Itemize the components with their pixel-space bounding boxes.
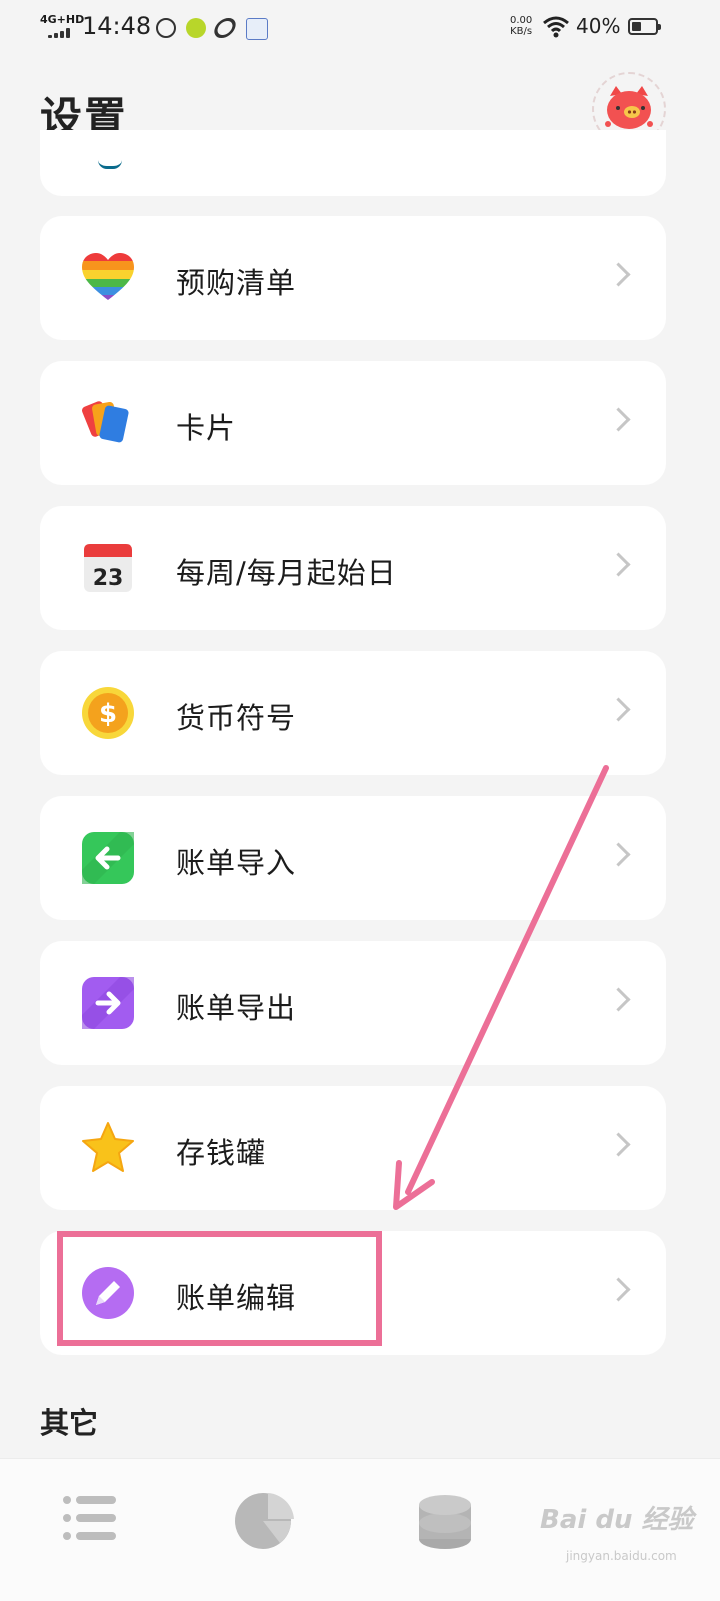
section-title-other: 其它 (40, 1406, 99, 1440)
settings-item-bill-import[interactable]: 账单导入 (40, 796, 666, 920)
chevron-right-icon (606, 1132, 631, 1157)
pie-chart-icon[interactable] (230, 1485, 300, 1555)
coins-stack-icon[interactable] (410, 1485, 480, 1555)
status-bar: 4G+HD 14:48 0.00 KB/s 40% (0, 0, 720, 56)
list-icon[interactable] (58, 1485, 128, 1555)
settings-item-preorder-list[interactable]: 预购清单 (40, 216, 666, 340)
app-notification-icon (156, 18, 176, 38)
settings-item-label: 账单编辑 (176, 1281, 297, 1315)
star-icon (82, 1122, 134, 1172)
battery-percent: 40% (576, 14, 621, 38)
chevron-right-icon (606, 697, 631, 722)
settings-item-currency-symbol[interactable]: $ 货币符号 (40, 651, 666, 775)
settings-item-cards[interactable]: 卡片 (40, 361, 666, 485)
settings-item-label: 每周/每月起始日 (176, 556, 397, 590)
chevron-right-icon (606, 1277, 631, 1302)
bottom-nav: Bai du 经验 jingyan.baidu.com (0, 1458, 720, 1601)
settings-card-partial[interactable] (40, 130, 666, 196)
chevron-right-icon (606, 552, 631, 577)
settings-item-label: 账单导入 (176, 846, 297, 880)
chevron-right-icon (606, 842, 631, 867)
app-notification-icon (211, 18, 239, 38)
status-time: 14:48 (82, 12, 152, 40)
wifi-icon (543, 16, 569, 38)
partial-icon (98, 160, 122, 169)
pencil-icon (82, 1267, 134, 1319)
svg-text:$: $ (99, 699, 117, 729)
settings-item-piggy-bank[interactable]: 存钱罐 (40, 1086, 666, 1210)
chevron-right-icon (606, 262, 631, 287)
calendar-icon: 23 (84, 544, 132, 592)
settings-item-bill-edit[interactable]: 账单编辑 (40, 1231, 666, 1355)
export-arrow-icon (82, 977, 134, 1029)
watermark: Bai du 经验 (540, 1505, 694, 1535)
signal-icon (48, 28, 72, 38)
network-indicator: 4G+HD (40, 13, 85, 26)
settings-item-label: 货币符号 (176, 701, 297, 735)
app-notification-icon (186, 18, 206, 38)
cards-icon (82, 401, 129, 443)
chevron-right-icon (606, 407, 631, 432)
svg-text:23: 23 (93, 566, 124, 591)
network-speed: 0.00 KB/s (510, 15, 533, 37)
dollar-coin-icon: $ (82, 687, 134, 739)
rainbow-heart-icon (82, 253, 134, 300)
app-notification-icon (246, 18, 268, 40)
battery-level (632, 22, 641, 31)
import-arrow-icon (82, 832, 134, 884)
settings-item-label: 预购清单 (176, 266, 297, 300)
settings-item-label: 卡片 (176, 411, 237, 445)
chevron-right-icon (606, 987, 631, 1012)
settings-item-label: 存钱罐 (176, 1136, 267, 1170)
watermark-url: jingyan.baidu.com (566, 1549, 677, 1563)
settings-item-week-month-start[interactable]: 23 每周/每月起始日 (40, 506, 666, 630)
settings-item-bill-export[interactable]: 账单导出 (40, 941, 666, 1065)
settings-item-label: 账单导出 (176, 991, 297, 1025)
battery-icon (628, 18, 661, 35)
